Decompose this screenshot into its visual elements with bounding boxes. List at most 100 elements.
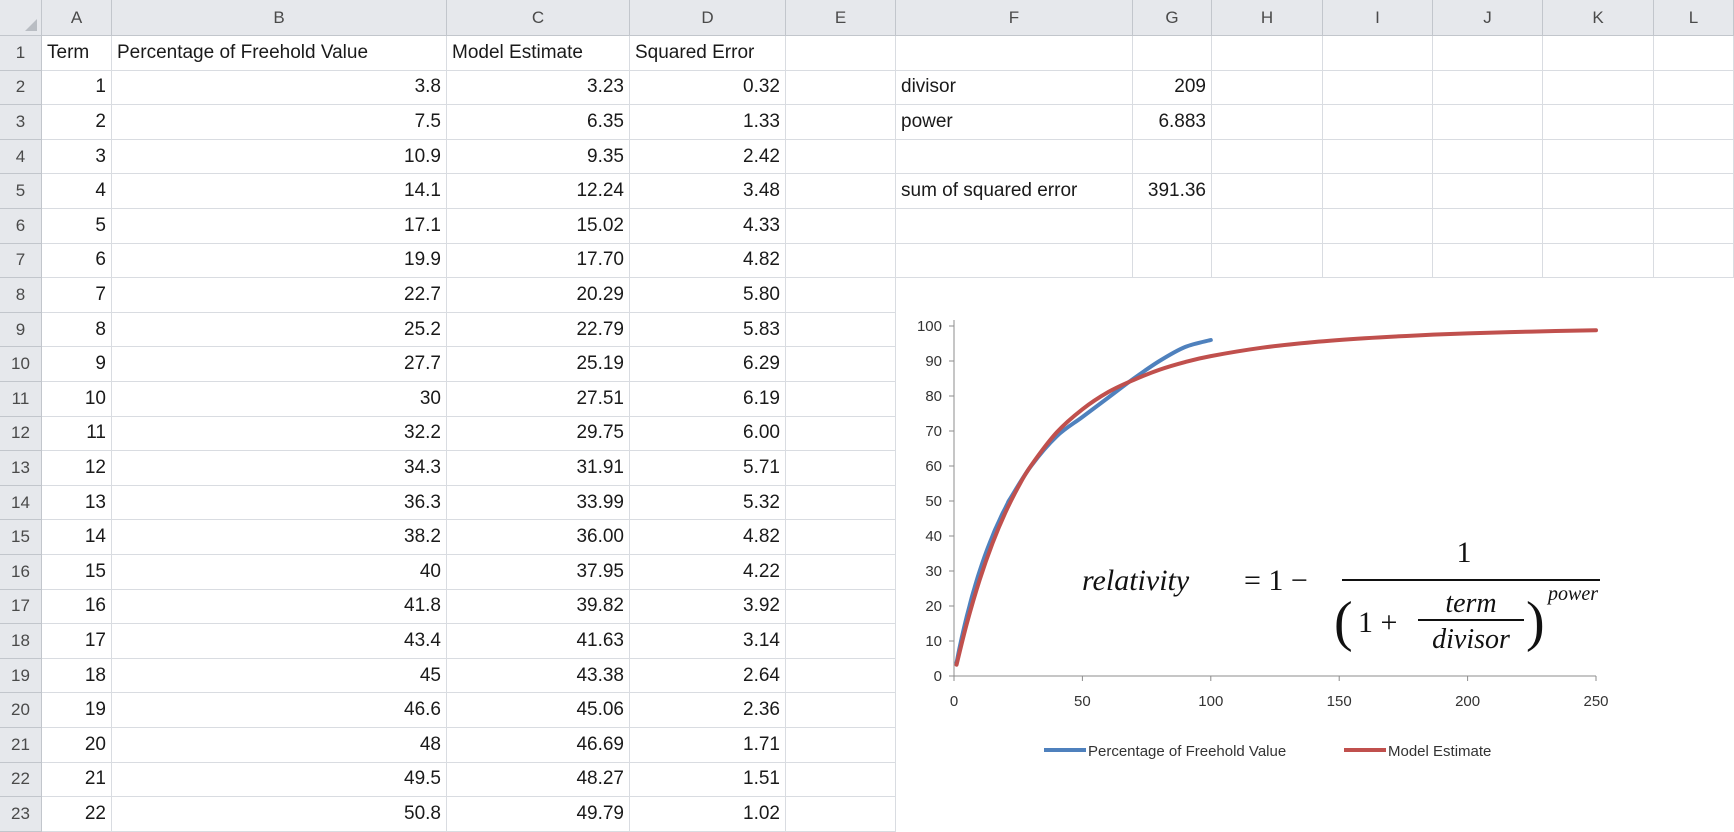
cell-d20[interactable]: 2.36: [630, 693, 786, 728]
cell-e2[interactable]: [786, 70, 896, 106]
cell-e15[interactable]: [786, 520, 896, 555]
cell-a12[interactable]: 11: [42, 416, 112, 452]
row-header[interactable]: 23: [0, 797, 42, 832]
cell-k2[interactable]: [1543, 70, 1654, 106]
cell-d18[interactable]: 3.14: [630, 624, 786, 659]
cell-d5[interactable]: 3.48: [630, 174, 786, 209]
column-header-b[interactable]: B: [112, 0, 447, 36]
cell-j1[interactable]: [1433, 36, 1543, 71]
cell-c10[interactable]: 25.19: [447, 347, 630, 382]
cell-g3[interactable]: 6.883: [1133, 105, 1212, 140]
cell-e19[interactable]: [786, 658, 896, 694]
cell-e7[interactable]: [786, 243, 896, 279]
cell-d2[interactable]: 0.32: [630, 70, 786, 106]
row-header[interactable]: 13: [0, 451, 42, 486]
cell-c13[interactable]: 31.91: [447, 451, 630, 486]
cell-i6[interactable]: [1323, 209, 1433, 244]
cell-b10[interactable]: 27.7: [112, 347, 447, 382]
cell-a8[interactable]: 7: [42, 278, 112, 313]
cell-f1[interactable]: [896, 36, 1133, 71]
cell-a21[interactable]: 20: [42, 728, 112, 763]
cell-k6[interactable]: [1543, 209, 1654, 244]
cell-a4[interactable]: 3: [42, 139, 112, 175]
cell-b11[interactable]: 30: [112, 382, 447, 417]
cell-b6[interactable]: 17.1: [112, 209, 447, 244]
cell-e17[interactable]: [786, 589, 896, 625]
row-header[interactable]: 18: [0, 624, 42, 659]
row-header[interactable]: 15: [0, 520, 42, 555]
cell-b15[interactable]: 38.2: [112, 520, 447, 555]
cell-l3[interactable]: [1654, 105, 1734, 140]
cell-a9[interactable]: 8: [42, 312, 112, 348]
row-header[interactable]: 22: [0, 762, 42, 798]
cell-g2[interactable]: 209: [1133, 70, 1212, 106]
column-header-d[interactable]: D: [630, 0, 786, 36]
cell-j7[interactable]: [1433, 243, 1543, 279]
cell-g4[interactable]: [1133, 139, 1212, 175]
cell-d13[interactable]: 5.71: [630, 451, 786, 486]
cell-f5[interactable]: sum of squared error: [896, 174, 1133, 209]
cell-i3[interactable]: [1323, 105, 1433, 140]
cell-h1[interactable]: [1212, 36, 1323, 71]
cell-c15[interactable]: 36.00: [447, 520, 630, 555]
cell-e1[interactable]: [786, 36, 896, 71]
cell-b13[interactable]: 34.3: [112, 451, 447, 486]
cell-e11[interactable]: [786, 382, 896, 417]
cell-c4[interactable]: 9.35: [447, 139, 630, 175]
cell-b14[interactable]: 36.3: [112, 485, 447, 521]
cell-c5[interactable]: 12.24: [447, 174, 630, 209]
cell-i7[interactable]: [1323, 243, 1433, 279]
cell-g1[interactable]: [1133, 36, 1212, 71]
cell-g6[interactable]: [1133, 209, 1212, 244]
cell-e6[interactable]: [786, 209, 896, 244]
cell-b16[interactable]: 40: [112, 555, 447, 590]
row-header[interactable]: 10: [0, 347, 42, 382]
cell-e4[interactable]: [786, 139, 896, 175]
cell-i1[interactable]: [1323, 36, 1433, 71]
row-header[interactable]: 5: [0, 174, 42, 209]
row-header[interactable]: 19: [0, 658, 42, 694]
cell-l1[interactable]: [1654, 36, 1734, 71]
cell-c14[interactable]: 33.99: [447, 485, 630, 521]
cell-c7[interactable]: 17.70: [447, 243, 630, 279]
cell-d9[interactable]: 5.83: [630, 312, 786, 348]
cell-g7[interactable]: [1133, 243, 1212, 279]
cell-c3[interactable]: 6.35: [447, 105, 630, 140]
cell-j2[interactable]: [1433, 70, 1543, 106]
cell-j3[interactable]: [1433, 105, 1543, 140]
cell-d7[interactable]: 4.82: [630, 243, 786, 279]
cell-a14[interactable]: 13: [42, 485, 112, 521]
cell-b8[interactable]: 22.7: [112, 278, 447, 313]
cell-h3[interactable]: [1212, 105, 1323, 140]
row-header[interactable]: 20: [0, 693, 42, 728]
cell-c21[interactable]: 46.69: [447, 728, 630, 763]
cell-c17[interactable]: 39.82: [447, 589, 630, 625]
row-header[interactable]: 16: [0, 555, 42, 590]
cell-c6[interactable]: 15.02: [447, 209, 630, 244]
cell-k3[interactable]: [1543, 105, 1654, 140]
cell-d4[interactable]: 2.42: [630, 139, 786, 175]
cell-a15[interactable]: 14: [42, 520, 112, 555]
column-header-i[interactable]: I: [1323, 0, 1433, 36]
cell-c19[interactable]: 43.38: [447, 658, 630, 694]
cell-e3[interactable]: [786, 105, 896, 140]
cell-d3[interactable]: 1.33: [630, 105, 786, 140]
row-header[interactable]: 3: [0, 105, 42, 140]
column-header-k[interactable]: K: [1543, 0, 1654, 36]
cell-c9[interactable]: 22.79: [447, 312, 630, 348]
cell-c18[interactable]: 41.63: [447, 624, 630, 659]
column-header-h[interactable]: H: [1212, 0, 1323, 36]
cell-b22[interactable]: 49.5: [112, 762, 447, 798]
cell-d11[interactable]: 6.19: [630, 382, 786, 417]
cell-d6[interactable]: 4.33: [630, 209, 786, 244]
cell-b19[interactable]: 45: [112, 658, 447, 694]
cell-h4[interactable]: [1212, 139, 1323, 175]
cell-c11[interactable]: 27.51: [447, 382, 630, 417]
cell-f2[interactable]: divisor: [896, 70, 1133, 106]
cell-d8[interactable]: 5.80: [630, 278, 786, 313]
cell-d16[interactable]: 4.22: [630, 555, 786, 590]
cell-e9[interactable]: [786, 312, 896, 348]
cell-k4[interactable]: [1543, 139, 1654, 175]
row-header[interactable]: 8: [0, 278, 42, 313]
cell-e5[interactable]: [786, 174, 896, 209]
